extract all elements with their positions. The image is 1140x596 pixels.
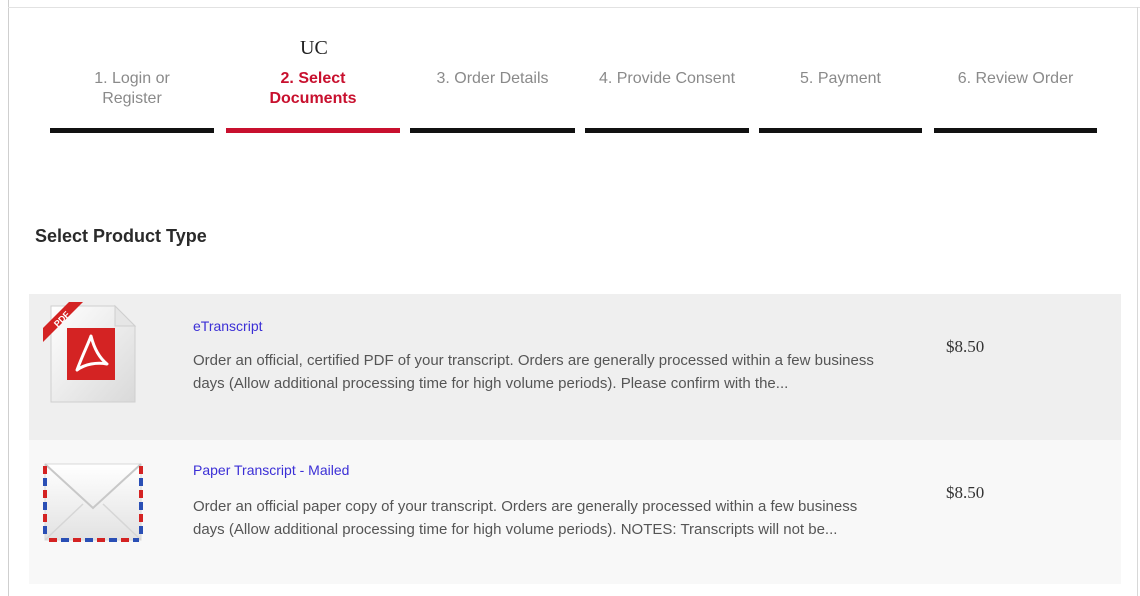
step-label: 2. Select Documents	[269, 70, 357, 107]
step-label: 3. Order Details	[436, 70, 549, 87]
product-price: $8.50	[946, 483, 985, 502]
product-row-paper-transcript[interactable]: Paper Transcript - Mailed Order an offic…	[29, 440, 1121, 584]
step-login-register[interactable]: 1. Login or Register	[50, 66, 214, 136]
step-select-documents[interactable]: 2. Select Documents	[226, 66, 400, 136]
product-row-etranscript[interactable]: PDF eTranscript Order an official, certi…	[29, 294, 1121, 440]
step-bar	[934, 128, 1097, 133]
step-review-order[interactable]: 6. Review Order	[934, 66, 1097, 136]
university-logo: UC	[300, 37, 328, 59]
step-label: 5. Payment	[800, 70, 881, 87]
step-bar	[226, 128, 400, 133]
step-bar	[410, 128, 575, 133]
step-label: 4. Provide Consent	[598, 70, 736, 87]
page-frame: UC 1. Login or Register 2. Select Docume…	[0, 0, 1140, 596]
product-price: $8.50	[946, 337, 985, 356]
step-payment[interactable]: 5. Payment	[759, 66, 922, 136]
step-label: 6. Review Order	[957, 70, 1074, 87]
step-bar	[759, 128, 922, 133]
envelope-icon	[43, 460, 143, 551]
product-description: Order an official, certified PDF of your…	[193, 352, 874, 392]
section-title: Select Product Type	[35, 226, 207, 246]
pdf-document-icon: PDF	[43, 302, 139, 411]
step-order-details[interactable]: 3. Order Details	[410, 66, 575, 136]
product-description: Order an official paper copy of your tra…	[193, 498, 858, 538]
frame-left-border	[8, 0, 9, 596]
product-name-link[interactable]: Paper Transcript - Mailed	[193, 462, 349, 478]
step-label: 1. Login or Register	[94, 70, 170, 107]
frame-right-border	[1137, 7, 1138, 596]
step-provide-consent[interactable]: 4. Provide Consent	[585, 66, 749, 136]
step-bar	[585, 128, 749, 133]
step-bar	[50, 128, 214, 133]
frame-top-border	[8, 7, 1140, 8]
product-name-link[interactable]: eTranscript	[193, 318, 263, 334]
